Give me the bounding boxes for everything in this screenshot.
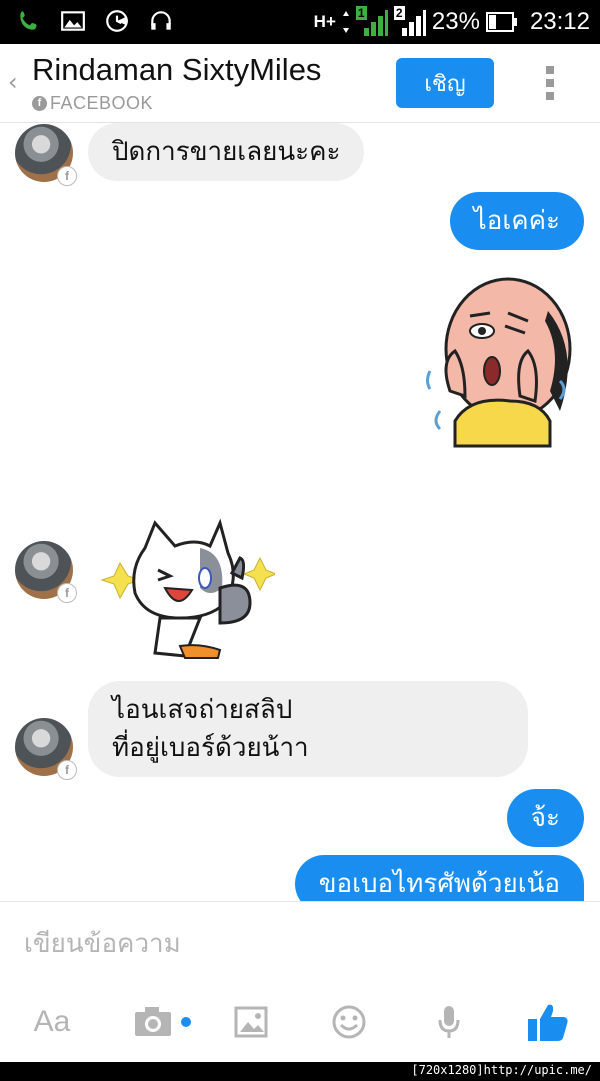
facebook-icon: f xyxy=(32,96,47,111)
thumbs-up-cat-sticker[interactable] xyxy=(100,518,275,663)
image-watermark: [720x1280]http://upic.me/ xyxy=(409,1063,594,1077)
surprised-bald-man-sticker[interactable] xyxy=(410,271,580,451)
image-icon[interactable] xyxy=(232,1002,270,1042)
message-input[interactable] xyxy=(22,920,566,968)
like-icon[interactable] xyxy=(524,1002,572,1042)
contact-name[interactable]: Rindaman SixtyMiles xyxy=(32,52,321,88)
clock-icon xyxy=(106,10,128,32)
camera-icon[interactable] xyxy=(130,1002,194,1042)
source-label: FACEBOOK xyxy=(50,93,154,113)
incoming-message-bubble[interactable]: ไอนเสจถ่ายสลิป ที่อยู่เบอร์ด้วยน้าา xyxy=(88,681,528,777)
conversation-header: ‹ Rindaman SixtyMiles f FACEBOOK เชิญ xyxy=(0,44,600,123)
contact-avatar[interactable]: f xyxy=(15,541,77,603)
contact-avatar[interactable]: f xyxy=(15,718,77,780)
gallery-notification-icon xyxy=(61,11,85,31)
clock-time: 23:12 xyxy=(529,8,590,35)
contact-avatar[interactable]: f xyxy=(15,124,77,186)
text-format-label: Aa xyxy=(33,1005,71,1038)
battery-percent: 23% xyxy=(431,8,480,35)
facebook-badge-icon: f xyxy=(57,166,77,186)
message-list[interactable]: f ปิดการขายเลยนะคะ ไอเคค่ะ f f ไอนเสจถ่า… xyxy=(0,123,600,901)
sim2-label: 2 xyxy=(393,6,405,20)
sim2-signal-icon: 2 xyxy=(393,6,426,36)
back-icon[interactable]: ‹ xyxy=(8,68,18,96)
headset-icon xyxy=(151,11,171,30)
outgoing-message-bubble[interactable]: จ้ะ xyxy=(506,789,584,847)
facebook-badge-icon: f xyxy=(57,583,77,603)
sim1-signal-icon: 1 xyxy=(355,6,388,36)
message-line: ไอนเสจถ่ายสลิป xyxy=(112,695,293,725)
message-composer: Aa xyxy=(0,901,600,1062)
sim1-label: 1 xyxy=(355,6,367,20)
phone-call-icon xyxy=(20,11,37,30)
network-type: H+ xyxy=(313,12,336,31)
battery-icon xyxy=(485,12,517,32)
messenger-screen: H+ 1 2 23% 23:12 ‹ Rindaman SixtyMiles f… xyxy=(0,0,600,1062)
emoji-icon[interactable] xyxy=(330,1002,368,1042)
status-bar: H+ 1 2 23% 23:12 xyxy=(0,0,600,44)
microphone-icon[interactable] xyxy=(434,1002,464,1042)
message-line: ที่อยู่เบอร์ด้วยน้าา xyxy=(112,733,309,763)
outgoing-message-bubble[interactable]: ไอเคค่ะ xyxy=(449,192,584,250)
more-options-icon[interactable] xyxy=(543,66,557,102)
camera-active-dot xyxy=(181,1017,191,1027)
data-arrows-icon xyxy=(342,11,349,33)
incoming-message-bubble[interactable]: ปิดการขายเลยนะคะ xyxy=(88,123,365,181)
outgoing-message-bubble[interactable]: ขอเบอไทรศัพด้วยเน้อ xyxy=(294,855,584,901)
contact-source: f FACEBOOK xyxy=(32,93,153,114)
text-format-icon[interactable]: Aa xyxy=(32,1002,72,1042)
facebook-badge-icon: f xyxy=(57,760,77,780)
invite-button[interactable]: เชิญ xyxy=(396,58,494,108)
